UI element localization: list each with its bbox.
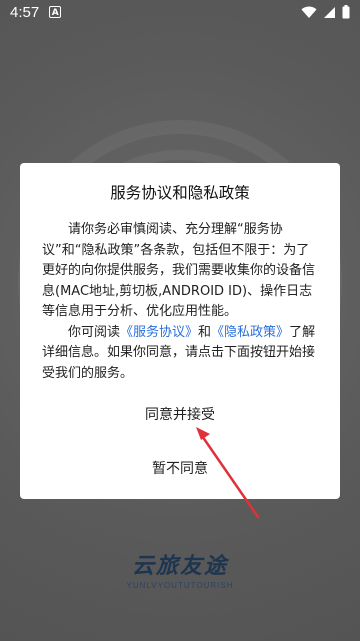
brand-name: 云旅友途 [131,554,228,579]
consent-paragraph-1: 请你务必审慎阅读、充分理解“服务协议”和“隐私政策”各条款，包括但不限于：为了更… [42,222,316,319]
dialog-title: 服务协议和隐私政策 [110,184,250,202]
annotation-arrow-icon [196,427,260,519]
decline-button[interactable]: 暂不同意 [20,458,340,478]
status-bar: 4:57 A [0,0,360,24]
privacy-consent-dialog: 服务协议和隐私政策 请你务必审慎阅读、充分理解“服务协议”和“隐私政策”各条款，… [20,163,340,499]
service-agreement-link[interactable]: 《服务协议》 [120,325,198,340]
wifi-icon [301,6,317,18]
and-text: 和 [198,324,212,340]
dialog-body: 请你务必审慎阅读、充分理解“服务协议”和“隐私政策”各条款，包括但不限于：为了更… [42,220,318,384]
agree-accept-button[interactable]: 同意并接受 [20,404,340,424]
status-icons [301,5,350,19]
battery-icon [342,5,350,19]
signal-icon [324,6,335,18]
brand-logo: 云旅友途 YUNLVYOUTUTOURISH [0,548,360,590]
paragraph-2-prefix: 你可阅读 [68,324,121,340]
notification-a-icon: A [49,6,62,18]
consent-paragraph-2: 你可阅读《服务协议》和《隐私政策》了解详细信息。如果你同意，请点击下面按钮开始接… [42,323,318,385]
status-time: 4:57 [10,3,40,21]
privacy-policy-link[interactable]: 《隐私政策》 [211,325,289,340]
brand-subtitle: YUNLVYOUTUTOURISH [126,581,234,590]
